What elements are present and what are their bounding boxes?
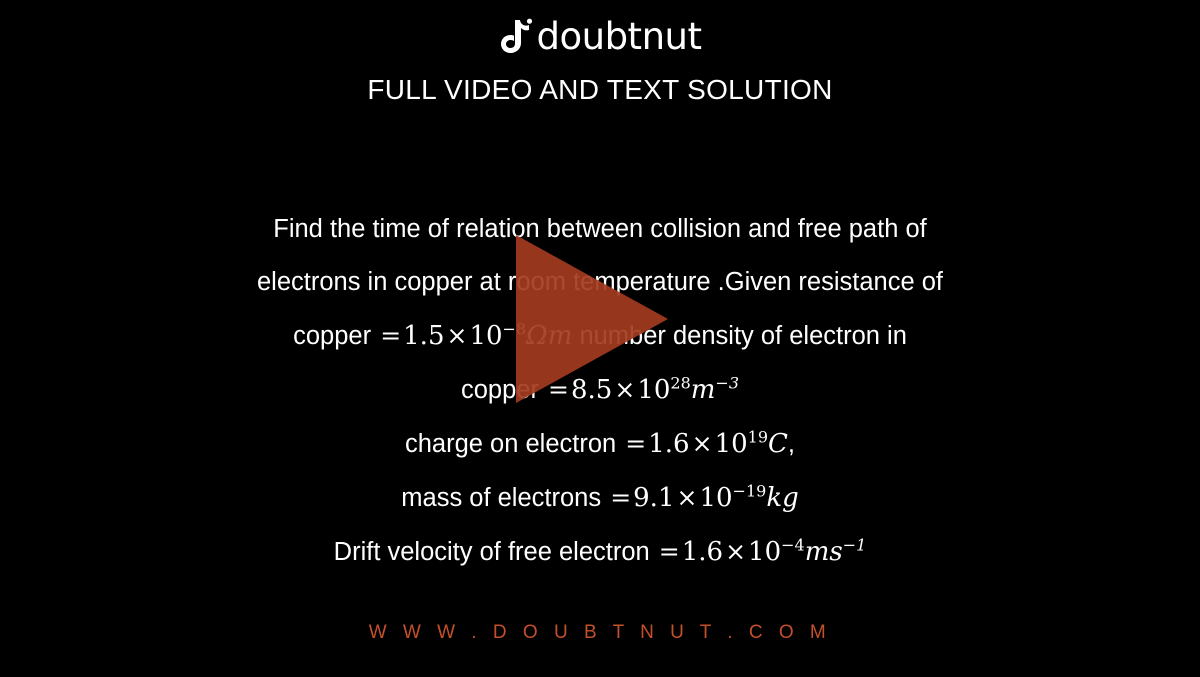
page-subtitle: FULL VIDEO AND TEXT SOLUTION	[367, 74, 833, 105]
brand-logo-text: doubtnut	[536, 15, 702, 58]
line6-times: ×	[676, 483, 698, 512]
line5-exponent: 19	[747, 427, 769, 447]
line3-times: ×	[446, 321, 468, 350]
question-line-7: Drift velocity of free electron =1.6×10−…	[100, 525, 1100, 579]
line6-equals: =	[610, 483, 632, 512]
line4-unit: m	[690, 375, 716, 405]
question-line-6: mass of electrons =9.1×10−19kg	[100, 471, 1100, 525]
line7-prefix: Drift velocity of free electron	[333, 538, 657, 566]
play-triangle-icon[interactable]	[516, 235, 668, 403]
line6-base: 10	[699, 483, 733, 513]
line3-base: 10	[469, 321, 503, 351]
line3-equals: =	[380, 321, 402, 350]
doubtnut-note-icon	[499, 18, 533, 56]
line7-exponent: −4	[781, 535, 805, 555]
line7-value: 1.6	[681, 537, 724, 567]
line3-value: 1.5	[403, 321, 445, 351]
line7-equals: =	[658, 537, 680, 566]
line5-value: 1.6	[648, 429, 690, 459]
line6-value: 9.1	[633, 483, 675, 513]
line4-unit-exponent: −3	[715, 373, 740, 393]
line7-times: ×	[725, 537, 747, 566]
line3-prefix: copper	[293, 322, 379, 350]
line5-times: ×	[691, 429, 713, 458]
line4-exponent: 28	[670, 373, 691, 393]
solution-page: doubtnut FULL VIDEO AND TEXT SOLUTION Fi…	[0, 0, 1200, 677]
line5-unit: C	[768, 429, 788, 459]
line6-exponent: −19	[732, 481, 767, 501]
brand-logo: doubtnut	[0, 18, 1200, 56]
line7-unit: ms	[804, 537, 843, 567]
line7-base: 10	[748, 537, 782, 567]
question-line-5: charge on electron =1.6×1019C,	[100, 417, 1100, 471]
line6-prefix: mass of electrons	[401, 484, 609, 512]
line5-suffix: ,	[787, 430, 796, 458]
line7-unit-exponent: −1	[842, 535, 867, 555]
line5-base: 10	[714, 429, 748, 459]
line6-unit: kg	[766, 483, 799, 513]
line5-equals: =	[625, 429, 647, 458]
line5-prefix: charge on electron	[404, 430, 624, 458]
website-footer: W W W . D O U B T N U T . C O M	[368, 622, 832, 643]
